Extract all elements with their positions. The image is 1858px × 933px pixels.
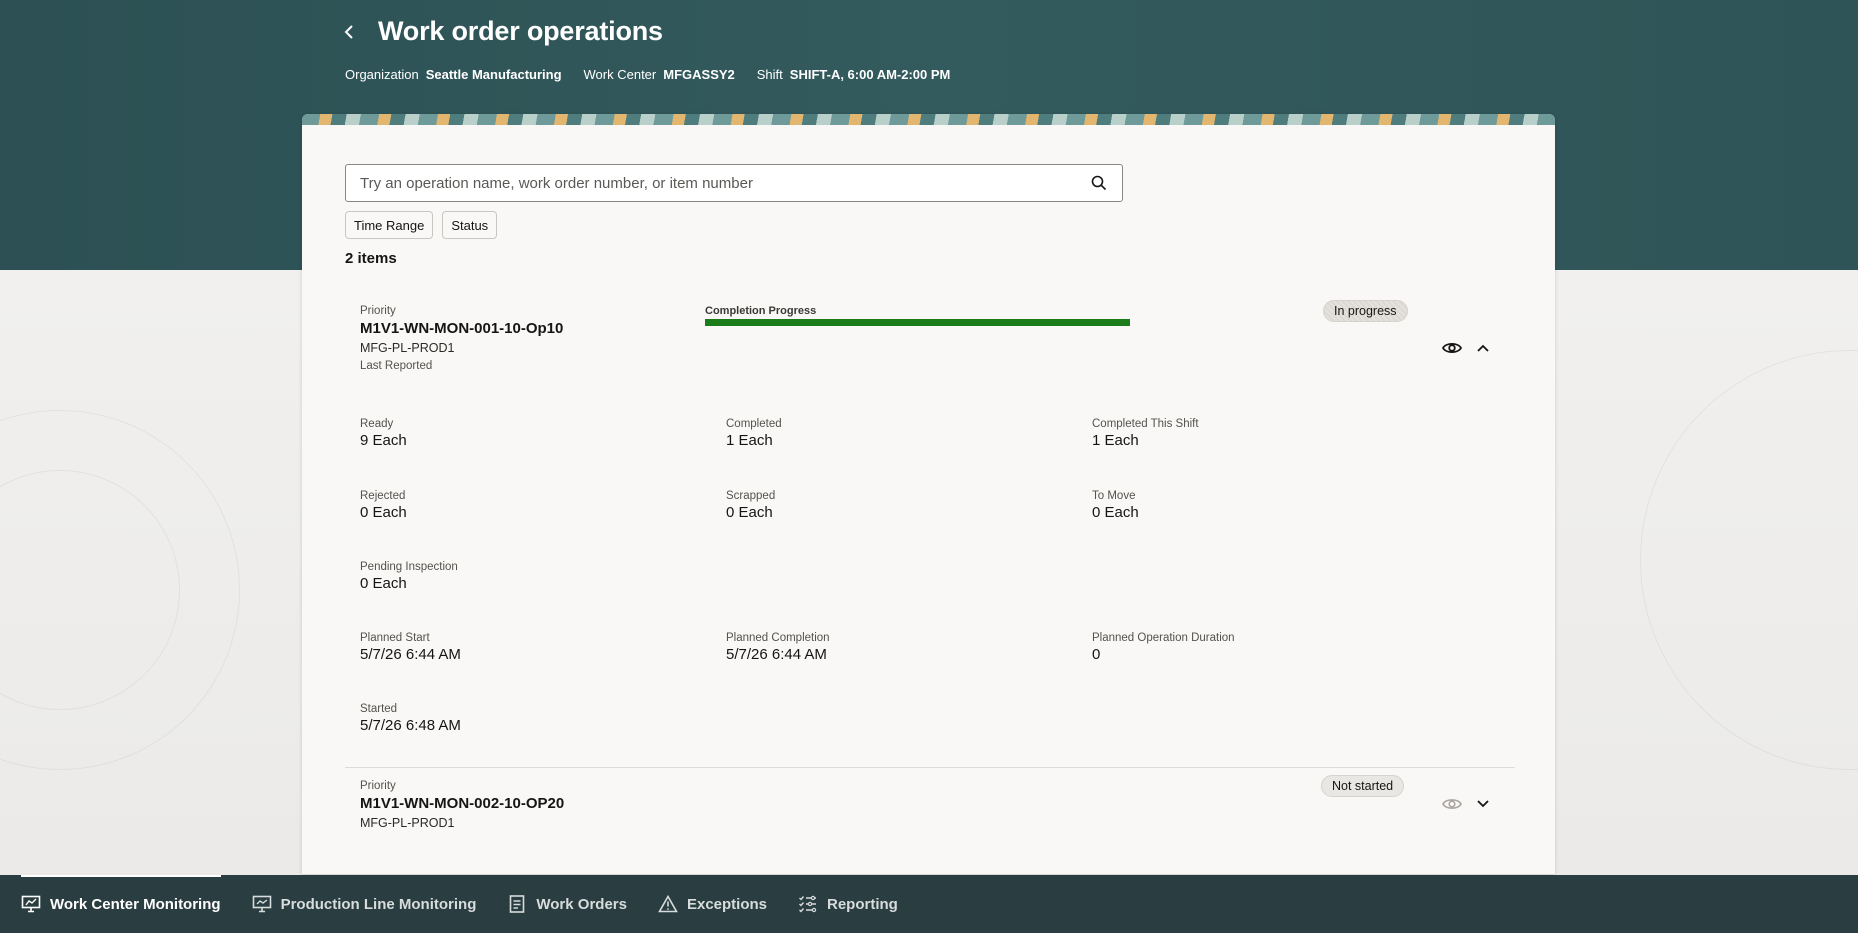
line-monitor-icon [252,894,272,914]
field-scrapped: Scrapped 0 Each [726,490,776,521]
status-badge: In progress [1323,300,1408,322]
filter-chips: Time Range Status [345,211,498,239]
page-title: Work order operations [378,16,663,46]
last-reported-label: Last Reported [360,360,433,372]
progress-label: Completion Progress [705,305,817,317]
collapse-button[interactable] [1471,336,1495,360]
field-ready: Ready 9 Each [360,418,407,449]
status-filter[interactable]: Status [442,211,498,239]
time-range-filter[interactable]: Time Range [345,211,434,239]
search-icon[interactable] [1090,174,1108,192]
operation-item: Priority M1V1-WN-MON-001-10-Op10 MFG-PL-… [345,294,1515,768]
context-shift: Shift SHIFT-A, 6:00 AM-2:00 PM [756,67,951,82]
field-planned-completion: Planned Completion 5/7/26 6:44 AM [726,632,830,663]
view-button[interactable] [1440,792,1464,816]
chevron-down-icon [1477,800,1489,808]
document-icon [507,894,527,914]
decorative-banner [302,114,1555,125]
nav-work-center-monitoring[interactable]: Work Center Monitoring [21,875,221,933]
context-work-center: Work Center MFGASSY2 [583,67,735,82]
field-planned-duration: Planned Operation Duration 0 [1092,632,1235,663]
operation-item[interactable]: Priority M1V1-WN-MON-002-10-OP20 MFG-PL-… [345,769,1515,874]
production-line: MFG-PL-PROD1 [360,341,455,355]
nav-reporting[interactable]: Reporting [798,875,898,933]
completion-progress-bar [705,319,1130,326]
view-button[interactable] [1440,336,1464,360]
monitor-icon [21,894,41,914]
operation-name: M1V1-WN-MON-002-10-OP20 [360,795,565,812]
bottom-navigation: Work Center Monitoring Production Line M… [0,875,1858,933]
nav-work-orders[interactable]: Work Orders [507,875,627,933]
priority-label: Priority [360,305,396,317]
field-started: Started 5/7/26 6:48 AM [360,703,461,734]
chevron-up-icon [1477,344,1489,352]
field-completed-this-shift: Completed This Shift 1 Each [1092,418,1199,449]
search-field[interactable] [345,164,1123,202]
field-rejected: Rejected 0 Each [360,490,407,521]
eye-icon [1442,342,1462,354]
field-planned-start: Planned Start 5/7/26 6:44 AM [360,632,461,663]
context-bar: Organization Seattle Manufacturing Work … [345,67,950,82]
eye-icon [1442,799,1462,809]
checklist-icon [798,894,818,914]
nav-production-line-monitoring[interactable]: Production Line Monitoring [252,875,476,933]
nav-exceptions[interactable]: Exceptions [658,875,767,933]
operations-card: Time Range Status 2 items Priority M1V1-… [302,114,1555,874]
production-line: MFG-PL-PROD1 [360,816,455,830]
chevron-left-icon [344,24,353,39]
status-badge: Not started [1321,775,1405,797]
warning-icon [658,894,678,914]
field-pending-inspection: Pending Inspection 0 Each [360,561,458,592]
priority-label: Priority [360,780,396,792]
search-input[interactable] [360,174,1090,192]
operation-name: M1V1-WN-MON-001-10-Op10 [360,320,564,337]
context-organization: Organization Seattle Manufacturing [345,67,562,82]
field-completed: Completed 1 Each [726,418,782,449]
operation-header[interactable]: Priority M1V1-WN-MON-001-10-Op10 MFG-PL-… [345,294,1515,404]
field-to-move: To Move 0 Each [1092,490,1139,521]
items-count: 2 items [345,250,397,267]
expand-button[interactable] [1471,792,1495,816]
progress-fill [705,319,1130,326]
back-button[interactable] [340,22,360,42]
